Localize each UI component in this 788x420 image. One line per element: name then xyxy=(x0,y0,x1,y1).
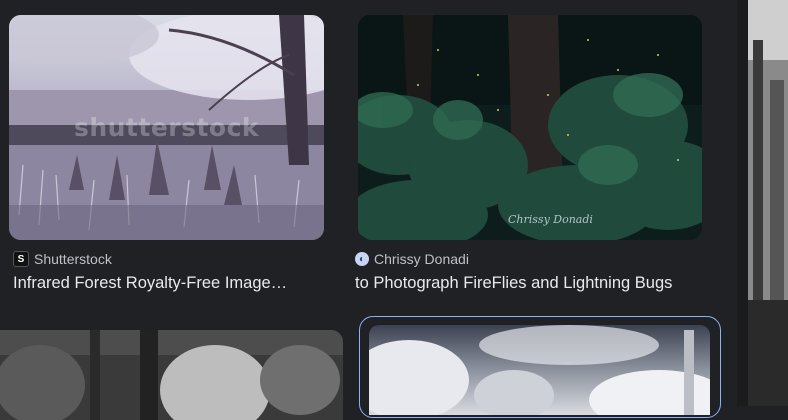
result-thumbnail[interactable]: shutterstock xyxy=(9,15,324,240)
photographer-signature: Chrissy Donadi xyxy=(508,213,593,226)
result-source[interactable]: S Shutterstock xyxy=(13,251,112,267)
bw-forest-image xyxy=(748,0,788,406)
shutterstock-favicon-icon: S xyxy=(13,251,29,267)
result-title[interactable]: Infrared Forest Royalty-Free Image… xyxy=(13,274,325,293)
result-source-name: Chrissy Donadi xyxy=(374,251,469,267)
chrissy-donadi-favicon-icon: ◐ xyxy=(355,252,369,266)
image-result-partial[interactable] xyxy=(748,0,788,406)
bw-forest-image xyxy=(0,330,343,420)
image-result-selected[interactable] xyxy=(369,325,710,415)
result-thumbnail[interactable]: Chrissy Donadi xyxy=(358,15,702,240)
firefly-forest-image xyxy=(358,15,702,240)
result-title[interactable]: to Photograph FireFlies and Lightning Bu… xyxy=(355,274,725,293)
result-source-name: Shutterstock xyxy=(34,251,112,267)
column-divider xyxy=(737,0,748,406)
infrared-landscape-image xyxy=(369,325,710,415)
image-result-card[interactable]: shutterstock S Shutterstock Infrared For… xyxy=(0,0,340,300)
image-result-partial[interactable] xyxy=(0,330,343,420)
watermark-text: shutterstock xyxy=(73,113,260,142)
result-source[interactable]: ◐ Chrissy Donadi xyxy=(355,251,469,267)
image-result-card[interactable]: Chrissy Donadi ◐ Chrissy Donadi to Photo… xyxy=(348,0,728,300)
